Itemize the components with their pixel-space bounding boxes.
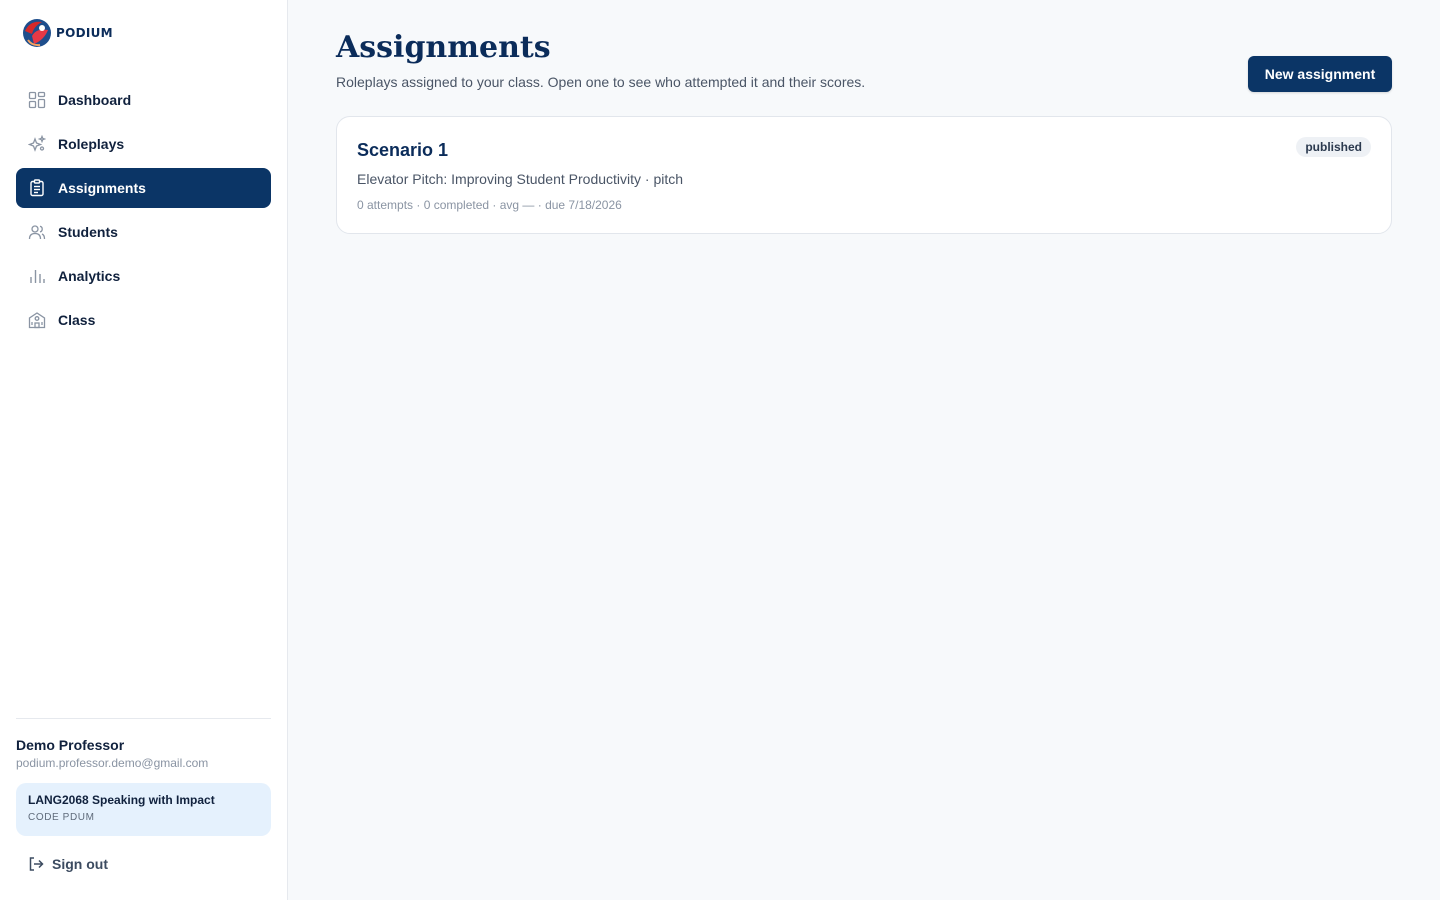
dashboard-icon <box>28 91 46 109</box>
assignment-description: Elevator Pitch: Improving Student Produc… <box>357 171 684 187</box>
bar-chart-icon <box>28 267 46 285</box>
main-content: Assignments Roleplays assigned to your c… <box>288 0 1440 900</box>
logo-text: PODIUM <box>56 26 113 40</box>
sign-out-button[interactable]: Sign out <box>28 856 108 872</box>
page-subtitle: Roleplays assigned to your class. Open o… <box>336 74 866 90</box>
users-icon <box>28 223 46 241</box>
sidebar-item-dashboard[interactable]: Dashboard <box>16 80 271 120</box>
sidebar-item-analytics[interactable]: Analytics <box>16 256 271 296</box>
sidebar-item-label: Assignments <box>58 180 146 196</box>
user-email: podium.professor.demo@gmail.com <box>16 756 209 770</box>
sidebar-item-label: Roleplays <box>58 136 125 152</box>
sidebar-item-label: Dashboard <box>58 92 132 108</box>
assignment-title: Scenario 1 <box>357 140 449 160</box>
page-title: Assignments <box>336 30 551 65</box>
sidebar: PODIUM Dashboard Roleplays Assignments S… <box>0 0 288 900</box>
sign-out-label: Sign out <box>52 856 108 872</box>
class-code: CODE PDUM <box>28 812 95 823</box>
assignment-card[interactable]: Scenario 1 Elevator Pitch: Improving Stu… <box>336 116 1392 234</box>
sidebar-nav: Dashboard Roleplays Assignments Students… <box>16 80 271 344</box>
sidebar-item-assignments[interactable]: Assignments <box>16 168 271 208</box>
school-icon <box>28 311 46 329</box>
podium-logo-icon <box>23 19 51 47</box>
sidebar-item-roleplays[interactable]: Roleplays <box>16 124 271 164</box>
class-card[interactable]: LANG2068 Speaking with Impact CODE PDUM <box>16 783 271 836</box>
sparkles-icon <box>28 135 46 153</box>
sidebar-divider <box>16 718 271 719</box>
clipboard-icon <box>28 179 46 197</box>
sidebar-item-label: Students <box>58 224 118 240</box>
status-badge: published <box>1296 137 1371 157</box>
sidebar-item-students[interactable]: Students <box>16 212 271 252</box>
user-name: Demo Professor <box>16 737 125 753</box>
sidebar-item-class[interactable]: Class <box>16 300 271 340</box>
new-assignment-button[interactable]: New assignment <box>1248 56 1392 92</box>
sidebar-item-label: Analytics <box>58 268 121 284</box>
assignment-meta: 0 attempts · 0 completed · avg — · due 7… <box>357 198 622 212</box>
app-logo[interactable]: PODIUM <box>20 16 113 50</box>
sidebar-item-label: Class <box>58 312 96 328</box>
sign-out-icon <box>29 857 44 871</box>
class-name: LANG2068 Speaking with Impact <box>28 793 215 807</box>
